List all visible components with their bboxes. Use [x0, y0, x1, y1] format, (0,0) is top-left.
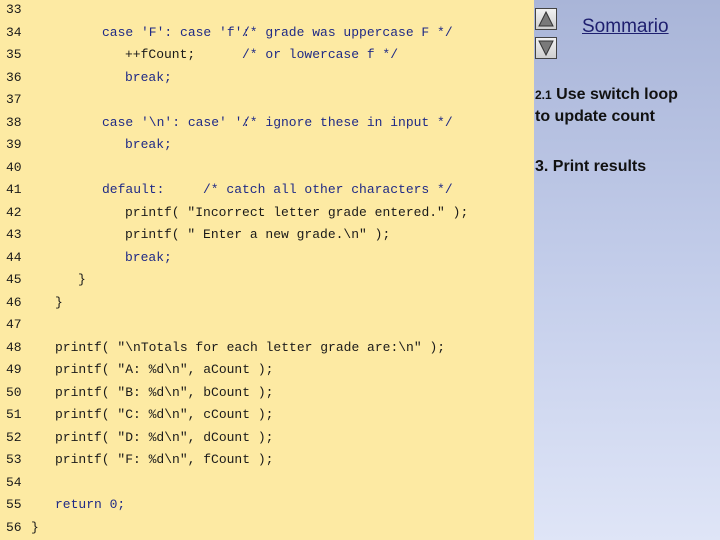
code-listing-panel: 33 34 case 'F': case 'f':/* grade was uppe…	[0, 0, 534, 540]
code-statement: printf( " Enter a new grade.\n" );	[125, 227, 391, 242]
code-line: 35 ++fCount; /* or lowercase f */	[0, 47, 534, 67]
code-statement: break;	[125, 137, 172, 152]
line-number: 41	[6, 182, 22, 197]
code-line: 51 printf( "C: %d\n", cCount );	[0, 407, 534, 427]
line-number: 35	[6, 47, 22, 62]
code-statement: }	[31, 519, 39, 535]
line-number: 34	[6, 24, 22, 40]
line-number: 45	[6, 272, 22, 287]
triangle-up-icon	[538, 11, 554, 27]
code-statement: }	[78, 272, 86, 287]
code-statement: printf( "F: %d\n", fCount );	[55, 452, 274, 467]
code-line: 37	[0, 92, 534, 112]
code-line: 49 printf( "A: %d\n", aCount );	[0, 362, 534, 382]
line-number: 55	[6, 497, 22, 512]
code-statement: return 0;	[55, 497, 126, 512]
code-statement: default:	[102, 182, 165, 197]
code-statement: printf( "D: %d\n", dCount );	[55, 429, 274, 445]
code-statement: case 'F': case 'f':	[102, 24, 251, 40]
code-statement: printf( "C: %d\n", cCount );	[55, 407, 274, 422]
code-statement: printf( "\nTotals for each letter grade …	[55, 339, 446, 355]
code-comment: /* ignore these in input */	[242, 114, 453, 130]
step-2-1: 2.1 Use switch loop to update count	[535, 84, 678, 127]
code-line: 52 printf( "D: %d\n", dCount );	[0, 430, 534, 450]
code-line: 46}	[0, 295, 534, 315]
step-2-1-line2: to update count	[535, 108, 655, 125]
code-statement: break;	[125, 69, 172, 85]
step-2-1-line1: Use switch loop	[556, 86, 678, 103]
code-line: 43 printf( " Enter a new grade.\n" );	[0, 227, 534, 247]
code-line: 56}	[0, 520, 534, 540]
code-line: 41 default: /* catch all other characters …	[0, 182, 534, 202]
code-statement: break;	[125, 249, 172, 265]
line-number: 38	[6, 114, 22, 130]
line-number: 43	[6, 227, 22, 242]
code-statement: printf( "A: %d\n", aCount );	[55, 362, 274, 377]
code-line: 40	[0, 160, 534, 180]
code-line: 47	[0, 317, 534, 337]
code-comment: /* catch all other characters */	[203, 182, 453, 197]
line-number: 44	[6, 249, 22, 265]
line-number: 56	[6, 519, 22, 535]
next-slide-button[interactable]	[535, 37, 557, 59]
code-statement: printf( "Incorrect letter grade entered.…	[125, 204, 469, 220]
line-number: 46	[6, 294, 22, 310]
code-line: 38 case '\n': case' ':/* ignore these in …	[0, 115, 534, 135]
code-line: 34 case 'F': case 'f':/* grade was upperc…	[0, 25, 534, 45]
line-number: 40	[6, 159, 22, 175]
code-line: 39 break;	[0, 137, 534, 157]
line-number: 39	[6, 137, 22, 152]
step-2-1-number: 2.1	[535, 88, 552, 102]
code-line: 55 return 0;	[0, 497, 534, 517]
code-line: 45}	[0, 272, 534, 292]
code-comment: /* grade was uppercase F */	[242, 24, 453, 40]
line-number: 47	[6, 317, 22, 332]
code-statement: ++fCount;	[125, 47, 196, 62]
sommario-link[interactable]: Sommario	[582, 16, 669, 38]
previous-slide-button[interactable]	[535, 8, 557, 30]
line-number: 37	[6, 92, 22, 107]
line-number: 49	[6, 362, 22, 377]
code-statement: case '\n': case' ':	[102, 114, 251, 130]
code-comment: /* or lowercase f */	[242, 47, 399, 62]
code-line: 53 printf( "F: %d\n", fCount );	[0, 452, 534, 472]
code-line: 50 printf( "B: %d\n", bCount );	[0, 385, 534, 405]
line-number: 52	[6, 429, 22, 445]
code-statement: }	[55, 294, 63, 310]
line-number: 50	[6, 384, 22, 400]
line-number: 53	[6, 452, 22, 467]
code-line: 33	[0, 2, 534, 22]
line-number: 36	[6, 69, 22, 85]
line-number: 33	[6, 2, 22, 17]
line-number: 54	[6, 474, 22, 490]
line-number: 42	[6, 204, 22, 220]
code-line: 42 printf( "Incorrect letter grade entere…	[0, 205, 534, 225]
line-number: 48	[6, 339, 22, 355]
step-3: 3. Print results	[535, 158, 647, 175]
code-line: 44 break;	[0, 250, 534, 270]
code-line: 36 break;	[0, 70, 534, 90]
code-statement: printf( "B: %d\n", bCount );	[55, 384, 274, 400]
triangle-down-icon	[538, 40, 554, 56]
code-line: 48 printf( "\nTotals for each letter grad…	[0, 340, 534, 360]
line-number: 51	[6, 407, 22, 422]
code-line: 54	[0, 475, 534, 495]
sidebar-panel	[534, 0, 720, 540]
